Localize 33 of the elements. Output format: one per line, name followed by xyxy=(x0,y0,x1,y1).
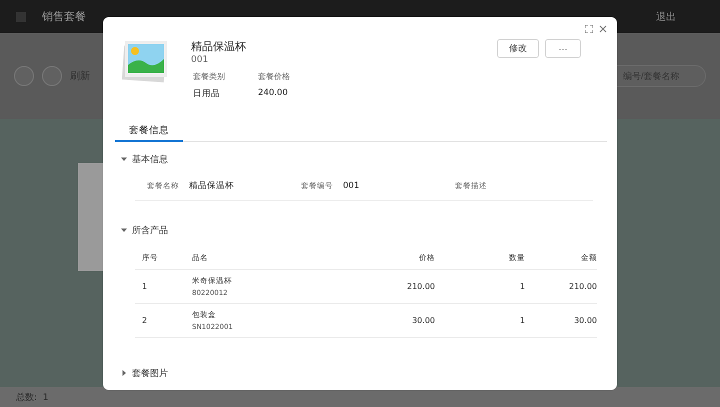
meta-label: 套餐类别 xyxy=(193,71,226,82)
fullscreen-icon[interactable] xyxy=(585,25,593,33)
caret-icon xyxy=(121,156,127,162)
table-cell-text: 2 xyxy=(141,316,148,325)
close-icon[interactable] xyxy=(599,25,607,33)
package-code: 001 xyxy=(191,55,210,65)
table-cell-text: 1 xyxy=(518,282,525,291)
table-cell-text: 30.00 xyxy=(411,316,435,325)
total-count: 总数: 1 xyxy=(16,392,48,404)
meta-value: 240.00 xyxy=(258,88,289,100)
caret-icon xyxy=(121,227,127,233)
section-header[interactable]: 所含产品 xyxy=(121,221,597,239)
table-cell-text: 30.00 xyxy=(573,316,597,325)
table-cell-text: 1 xyxy=(141,282,148,291)
section-title: 基本信息 xyxy=(132,154,168,166)
field-value: 001 xyxy=(343,181,360,191)
meta-label: 套餐价格 xyxy=(258,71,291,82)
more-button[interactable]: ··· xyxy=(545,39,581,58)
app-title: 销售套餐 xyxy=(42,9,86,24)
section-header[interactable]: 基本信息 xyxy=(121,150,597,168)
table-cell-text: 1 xyxy=(518,316,525,325)
tab[interactable]: 套餐信息 xyxy=(115,122,183,142)
section-title: 所含产品 xyxy=(132,224,168,236)
edit-button[interactable]: 修改 xyxy=(497,39,539,58)
section-header[interactable]: 套餐图片 xyxy=(121,364,597,382)
section-title: 套餐图片 xyxy=(132,368,168,380)
meta-value: 日用品 xyxy=(193,88,221,100)
field-value: 精品保温杯 xyxy=(189,180,234,192)
logout-button[interactable]: 退出 xyxy=(650,8,682,24)
table-cell-text: 210.00 xyxy=(406,282,435,291)
table-cell-text: 210.00 xyxy=(568,282,597,291)
caret-icon xyxy=(121,370,127,376)
package-name: 精品保温杯 xyxy=(191,39,247,54)
